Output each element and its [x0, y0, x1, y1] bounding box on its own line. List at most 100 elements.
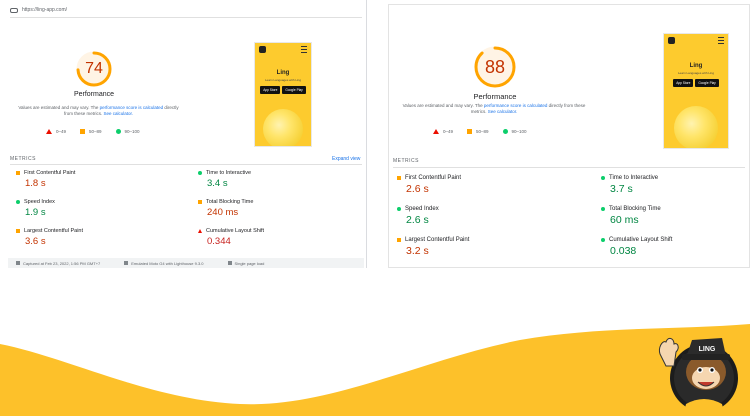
- metric-tbt: Total Blocking Time 60 ms: [601, 206, 661, 226]
- metric-name: Total Blocking Time: [206, 199, 254, 205]
- pass-circle-icon: [601, 238, 605, 242]
- performance-title: Performance: [73, 91, 115, 98]
- performance-score: 88: [484, 56, 506, 77]
- metric-tbt: Total Blocking Time 240 ms: [198, 199, 253, 218]
- average-square-icon: [16, 171, 20, 175]
- metrics-heading: METRICS: [10, 156, 36, 162]
- metric-name: Total Blocking Time: [609, 206, 661, 212]
- emulation-info: Emulated Moto G4 with Lighthouse 9.3.0: [131, 260, 204, 266]
- load-type: Single page load: [234, 260, 265, 266]
- legend-fail: 0–49: [443, 129, 454, 134]
- report-footer: Captured at Feb 23, 2022, 1:56 PM GMT+7 …: [8, 258, 364, 268]
- phone-title: Ling: [276, 70, 290, 76]
- metric-lcp: Largest Contentful Paint 3.6 s: [16, 228, 83, 247]
- score-calculated-link[interactable]: performance score is calculated: [100, 105, 164, 110]
- metric-cls: Cumulative Layout Shift 0.344: [198, 228, 264, 247]
- phone-subtitle: Learn Languages with Ling: [264, 78, 302, 82]
- score-legend: 0–49 50–89 90–100: [46, 129, 140, 134]
- pagespeed-report-before: https://ling-app.com/ 74 Performance Val…: [2, 0, 367, 268]
- performance-title: Performance: [473, 92, 517, 101]
- phone-subtitle: Learn Languages with Ling: [677, 71, 715, 75]
- metric-name: Time to Interactive: [206, 170, 252, 176]
- yellow-wave-decoration: [0, 324, 750, 416]
- metric-fcp: First Contentful Paint 1.8 s: [16, 170, 75, 189]
- metric-value: 240 ms: [207, 207, 239, 218]
- average-square-icon: [80, 129, 86, 134]
- pass-circle-icon: [198, 171, 202, 175]
- timer-icon: [227, 261, 232, 265]
- metric-value: 0.344: [207, 236, 231, 247]
- metric-value: 2.6 s: [406, 183, 429, 195]
- metric-name: Time to Interactive: [609, 175, 659, 181]
- fail-triangle-icon: [46, 129, 52, 134]
- pagespeed-report-after: 88 Performance Values are estimated and …: [388, 4, 750, 268]
- metric-value: 3.6 s: [25, 236, 46, 247]
- metric-value: 60 ms: [610, 214, 639, 226]
- performance-gauge: 74 Performance: [58, 50, 130, 98]
- metric-name: Speed Index: [405, 206, 439, 212]
- metric-name: Cumulative Layout Shift: [206, 228, 265, 234]
- score-calculated-link[interactable]: performance score is calculated: [484, 103, 548, 108]
- url-text: https://ling-app.com/: [22, 7, 68, 13]
- metric-value: 3.2 s: [406, 245, 429, 257]
- average-square-icon: [16, 229, 20, 233]
- metric-tti: Time to Interactive 3.7 s: [601, 175, 658, 195]
- app-store-badge: App Store: [260, 86, 281, 94]
- description-text: Values are estimated and may vary. The: [402, 103, 484, 108]
- device-icon: [124, 261, 129, 265]
- metric-name: First Contentful Paint: [405, 175, 462, 181]
- metric-value: 1.9 s: [25, 207, 46, 218]
- link-icon: [10, 7, 18, 13]
- pass-circle-icon: [397, 207, 401, 211]
- app-store-badge: App Store: [673, 79, 694, 87]
- url-bar[interactable]: https://ling-app.com/: [10, 3, 362, 18]
- metric-value: 3.7 s: [610, 183, 633, 195]
- metric-fcp: First Contentful Paint 2.6 s: [397, 175, 461, 195]
- see-calculator-link[interactable]: See calculator.: [488, 109, 518, 114]
- description-text: Values are estimated and may vary. The: [18, 105, 100, 110]
- app-logo-icon: [259, 46, 266, 53]
- metrics-divider: [393, 167, 745, 168]
- page-screenshot-thumbnail: Ling Learn Languages with Ling App Store…: [663, 33, 729, 149]
- pass-circle-icon: [601, 176, 605, 180]
- performance-gauge: 88 Performance: [451, 45, 539, 101]
- calendar-icon: [16, 261, 20, 265]
- fail-triangle-icon: [198, 229, 202, 233]
- pass-circle-icon: [601, 207, 605, 211]
- average-square-icon: [397, 238, 401, 242]
- metric-speed-index: Speed Index 1.9 s: [16, 199, 55, 218]
- metric-name: Cumulative Layout Shift: [609, 237, 673, 243]
- menu-icon: [301, 46, 307, 53]
- see-calculator-link[interactable]: See calculator.: [103, 111, 133, 116]
- metric-name: Speed Index: [24, 199, 55, 205]
- phone-title: Ling: [689, 63, 703, 69]
- ling-monkey-mascot-icon: LING: [659, 337, 738, 412]
- legend-pass: 90–100: [124, 129, 140, 134]
- pass-circle-icon: [16, 200, 20, 204]
- legend-average: 50–89: [89, 129, 102, 134]
- metric-value: 1.8 s: [25, 178, 46, 189]
- fail-triangle-icon: [433, 129, 439, 134]
- metric-value: 0.038: [610, 245, 637, 257]
- page-screenshot-thumbnail: Ling Learn Languages with Ling App Store…: [254, 42, 312, 147]
- score-legend: 0–49 50–89 90–100: [433, 129, 527, 134]
- google-play-badge: Google Play: [695, 79, 719, 87]
- globe-illustration: [263, 109, 303, 146]
- legend-average: 50–89: [476, 129, 489, 134]
- metrics-divider: [10, 164, 362, 165]
- metric-lcp: Largest Contentful Paint 3.2 s: [397, 237, 469, 257]
- expand-view-link[interactable]: Expand view: [332, 156, 360, 162]
- average-square-icon: [467, 129, 473, 134]
- metric-name: First Contentful Paint: [24, 170, 76, 176]
- legend-fail: 0–49: [56, 129, 67, 134]
- score-description: Values are estimated and may vary. The p…: [401, 103, 587, 115]
- globe-illustration: [674, 106, 718, 148]
- metrics-heading: METRICS: [393, 158, 419, 164]
- legend-pass: 90–100: [511, 129, 527, 134]
- metric-tti: Time to Interactive 3.4 s: [198, 170, 251, 189]
- metric-name: Largest Contentful Paint: [24, 228, 84, 234]
- average-square-icon: [198, 200, 202, 204]
- metric-speed-index: Speed Index 2.6 s: [397, 206, 439, 226]
- pass-circle-icon: [502, 129, 508, 134]
- pass-circle-icon: [115, 129, 121, 134]
